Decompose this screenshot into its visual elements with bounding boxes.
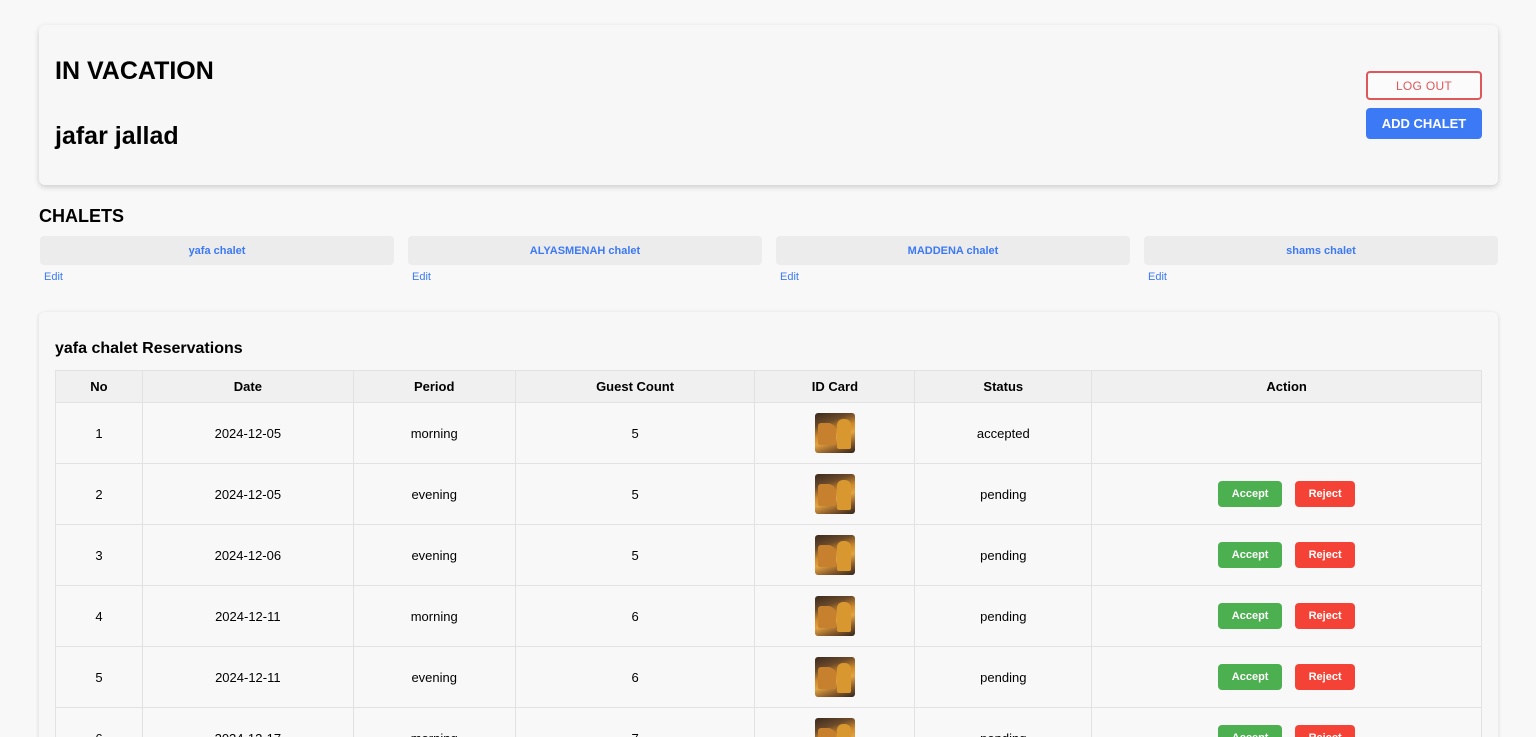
cell-status: pending — [914, 463, 1093, 525]
cell-status: accepted — [914, 402, 1093, 464]
chalet-item: shams chalet Edit — [1144, 236, 1498, 283]
cell-action — [1091, 402, 1482, 464]
table-row: 2 2024-12-05 evening 5 pending Accept Rej… — [55, 463, 1482, 525]
id-card-image[interactable] — [814, 657, 855, 697]
table-row: 6 2024-12-17 morning 7 pending Accept Rej… — [55, 707, 1482, 737]
cell-action: Accept Reject — [1091, 707, 1482, 737]
cell-action: Accept Reject — [1091, 646, 1482, 708]
cell-guest-count: 6 — [514, 646, 756, 708]
id-card-image[interactable] — [814, 718, 855, 737]
cell-action: Accept Reject — [1091, 524, 1482, 586]
cell-id-card — [754, 646, 916, 708]
column-header: No — [55, 370, 143, 403]
accept-button[interactable]: Accept — [1218, 725, 1283, 737]
accept-button[interactable]: Accept — [1218, 542, 1283, 568]
cell-status: pending — [914, 707, 1093, 737]
column-header: Period — [352, 370, 516, 403]
cell-no: 4 — [55, 585, 143, 647]
cell-date: 2024-12-17 — [141, 707, 354, 737]
table-row: 3 2024-12-06 evening 5 pending Accept Rej… — [55, 524, 1482, 586]
cell-period: morning — [352, 402, 516, 464]
chalet-edit-link[interactable]: Edit — [412, 271, 762, 283]
column-header: Date — [141, 370, 354, 403]
cell-date: 2024-12-11 — [141, 585, 354, 647]
chalet-button[interactable]: shams chalet — [1144, 236, 1498, 265]
id-card-image[interactable] — [814, 413, 855, 453]
reject-button[interactable]: Reject — [1295, 664, 1356, 690]
cell-date: 2024-12-05 — [141, 463, 354, 525]
accept-button[interactable]: Accept — [1218, 603, 1283, 629]
cell-period: evening — [352, 524, 516, 586]
reject-button[interactable]: Reject — [1295, 603, 1356, 629]
cell-id-card — [754, 524, 916, 586]
id-card-image[interactable] — [814, 474, 855, 514]
reject-button[interactable]: Reject — [1295, 542, 1356, 568]
header-card: IN VACATION jafar jallad LOG OUT ADD CHA… — [39, 25, 1498, 185]
reservations-card: yafa chalet Reservations No Date Period … — [39, 312, 1498, 737]
chalet-item: yafa chalet Edit — [40, 236, 394, 283]
add-chalet-button[interactable]: ADD CHALET — [1366, 108, 1482, 139]
cell-date: 2024-12-11 — [141, 646, 354, 708]
table-row: 5 2024-12-11 evening 6 pending Accept Rej… — [55, 646, 1482, 708]
cell-no: 2 — [55, 463, 143, 525]
column-header: Guest Count — [514, 370, 756, 403]
cell-no: 1 — [55, 402, 143, 464]
cell-id-card — [754, 402, 916, 464]
reservations-table: No Date Period Guest Count ID Card Statu… — [55, 370, 1482, 737]
chalet-edit-link[interactable]: Edit — [1148, 271, 1498, 283]
cell-period: evening — [352, 463, 516, 525]
chalet-item: ALYASMENAH chalet Edit — [408, 236, 762, 283]
chalet-button[interactable]: MADDENA chalet — [776, 236, 1130, 265]
cell-guest-count: 7 — [514, 707, 756, 737]
cell-date: 2024-12-05 — [141, 402, 354, 464]
cell-guest-count: 5 — [514, 402, 756, 464]
id-card-image[interactable] — [814, 535, 855, 575]
reservations-title: yafa chalet Reservations — [55, 340, 243, 357]
reject-button[interactable]: Reject — [1295, 481, 1356, 507]
cell-date: 2024-12-06 — [141, 524, 354, 586]
cell-period: morning — [352, 585, 516, 647]
cell-id-card — [754, 707, 916, 737]
chalets-heading: CHALETS — [39, 206, 124, 226]
table-header-row: No Date Period Guest Count ID Card Statu… — [55, 370, 1482, 403]
column-header: Action — [1091, 370, 1482, 403]
id-card-image[interactable] — [814, 596, 855, 636]
user-name: jafar jallad — [55, 122, 179, 150]
cell-id-card — [754, 585, 916, 647]
column-header: ID Card — [754, 370, 916, 403]
cell-no: 5 — [55, 646, 143, 708]
cell-action: Accept Reject — [1091, 463, 1482, 525]
reject-button[interactable]: Reject — [1295, 725, 1356, 737]
chalet-edit-link[interactable]: Edit — [780, 271, 1130, 283]
cell-action: Accept Reject — [1091, 585, 1482, 647]
table-row: 4 2024-12-11 morning 6 pending Accept Rej… — [55, 585, 1482, 647]
chalet-button[interactable]: ALYASMENAH chalet — [408, 236, 762, 265]
logout-button[interactable]: LOG OUT — [1366, 71, 1482, 100]
cell-no: 3 — [55, 524, 143, 586]
cell-guest-count: 5 — [514, 524, 756, 586]
cell-status: pending — [914, 646, 1093, 708]
cell-status: pending — [914, 524, 1093, 586]
chalet-item: MADDENA chalet Edit — [776, 236, 1130, 283]
cell-period: morning — [352, 707, 516, 737]
cell-period: evening — [352, 646, 516, 708]
cell-id-card — [754, 463, 916, 525]
accept-button[interactable]: Accept — [1218, 481, 1283, 507]
cell-guest-count: 5 — [514, 463, 756, 525]
cell-status: pending — [914, 585, 1093, 647]
cell-guest-count: 6 — [514, 585, 756, 647]
cell-no: 6 — [55, 707, 143, 737]
chalet-edit-link[interactable]: Edit — [44, 271, 394, 283]
column-header: Status — [914, 370, 1093, 403]
chalet-button[interactable]: yafa chalet — [40, 236, 394, 265]
table-row: 1 2024-12-05 morning 5 accepted — [55, 402, 1482, 464]
app-title: IN VACATION — [55, 57, 214, 85]
accept-button[interactable]: Accept — [1218, 664, 1283, 690]
